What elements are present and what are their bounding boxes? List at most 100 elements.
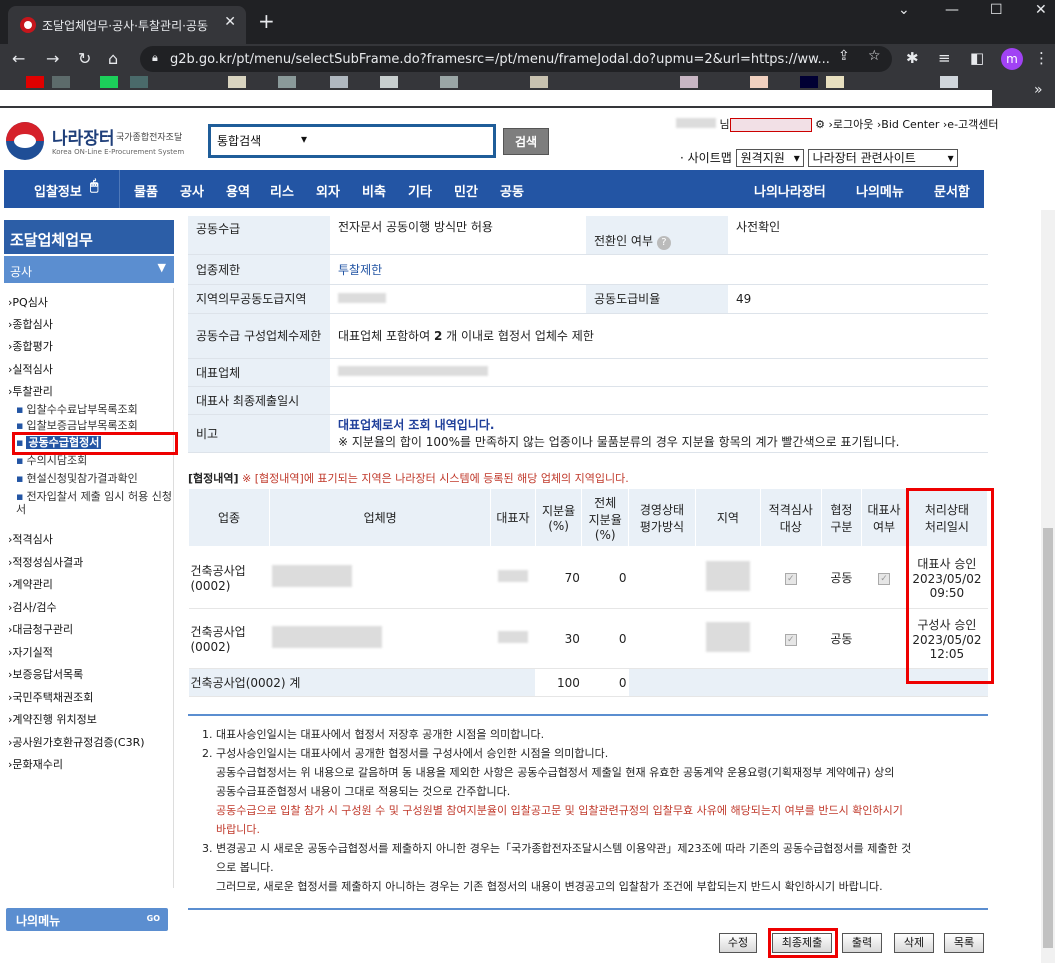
nav-etc[interactable]: 기타	[408, 181, 432, 200]
bookmark-item[interactable]	[826, 76, 844, 88]
home-icon[interactable]: ⌂	[108, 49, 118, 68]
search-scope-select[interactable]: 통합검색	[217, 132, 309, 152]
bookmark-item[interactable]	[940, 76, 958, 88]
logout-link[interactable]: ›로그아웃	[829, 118, 874, 131]
forward-icon[interactable]: →	[46, 49, 59, 68]
bookmark-item[interactable]	[800, 76, 818, 88]
sidebar-item-contract-location[interactable]: ›계약진행 위치정보	[8, 711, 97, 727]
help-icon[interactable]: ?	[656, 235, 671, 250]
page-scrollbar[interactable]	[1041, 210, 1055, 963]
back-icon[interactable]: ←	[12, 49, 25, 68]
print-button[interactable]: 출력	[842, 933, 882, 953]
sidebar-item-comprehensive-review[interactable]: ›종합심사	[8, 316, 53, 332]
lead-company-blurred	[338, 366, 488, 376]
cell-company	[269, 546, 491, 609]
sidebar-item-eligibility[interactable]: ›적격심사	[8, 531, 53, 547]
settings-icon[interactable]: ⚙	[815, 118, 825, 131]
sidebar-category[interactable]: 공사 ▼	[4, 256, 174, 283]
close-tab-icon[interactable]: ✕	[224, 14, 236, 30]
my-menu-button[interactable]: 나의메뉴 GO	[6, 908, 168, 931]
bookmark-item[interactable]	[380, 76, 398, 88]
region-cell-blurred	[705, 561, 750, 591]
sidebar-item-cultural-repair[interactable]: ›문화재수리	[8, 756, 63, 772]
note-1: 1. 대표사승인일시는 대표사에서 협정서 저장후 공개한 시점을 의미합니다.	[202, 728, 545, 741]
nav-private[interactable]: 민간	[454, 181, 478, 200]
nav-joint[interactable]: 공동	[500, 181, 524, 200]
browser-tab[interactable]: 조달업체업무·공사·투찰관리·공동 ✕	[8, 6, 246, 44]
search-button[interactable]: 검색	[503, 128, 549, 155]
list-button[interactable]: 목록	[944, 933, 984, 953]
sidebar-sub-site-briefing[interactable]: 현설신청및참가결과확인	[16, 472, 172, 485]
bidcenter-link[interactable]: ›Bid Center	[877, 118, 940, 131]
sidebar-sub-fee-list[interactable]: 입찰수수료납부목록조회	[16, 403, 172, 416]
note-2b: 공동수급표준협정서 내용이 그대로 적용되는 것으로 간주합니다.	[216, 785, 511, 798]
bookmark-star-icon[interactable]: ☆	[868, 48, 881, 64]
bookmark-item[interactable]	[26, 76, 44, 88]
nav-lease[interactable]: 리스	[270, 181, 294, 200]
sidebar-item-bid-management[interactable]: ›투찰관리	[8, 383, 53, 399]
bookmark-item[interactable]	[100, 76, 118, 88]
sidebar-sub-temp-bid-permit[interactable]: 전자입찰서 제출 임시 허용 신청서	[16, 490, 172, 516]
bookmark-item[interactable]	[52, 76, 70, 88]
bookmark-item[interactable]	[278, 76, 296, 88]
cell-company	[269, 608, 491, 669]
side-panel-icon[interactable]: ◧	[970, 49, 984, 67]
bookmark-item[interactable]	[680, 76, 698, 88]
nav-goods[interactable]: 물품	[134, 181, 158, 200]
related-sites-select[interactable]: 나라장터 관련사이트	[807, 149, 958, 167]
value-industry-limit[interactable]: 투찰제한	[330, 254, 988, 285]
bookmark-item[interactable]	[440, 76, 458, 88]
nav-bid-info[interactable]: 입찰정보	[34, 181, 82, 200]
g2b-logo[interactable]: 나라장터 국가종합전자조달 Korea ON-Line E-Procuremen…	[6, 122, 206, 162]
region-blurred	[338, 292, 386, 303]
close-window-icon[interactable]: ✕	[1035, 2, 1047, 18]
scrollbar-thumb[interactable]	[1043, 528, 1053, 948]
bookmark-item[interactable]	[750, 76, 768, 88]
sidebar-item-performance[interactable]: ›실적심사	[8, 361, 53, 377]
maximize-icon[interactable]: ☐	[990, 2, 1003, 18]
nav-my-menu[interactable]: 나의메뉴	[856, 181, 904, 200]
nav-service[interactable]: 용역	[226, 181, 250, 200]
sidebar-item-c3r[interactable]: ›공사원가호환규정검증(C3R)	[8, 734, 145, 750]
bookmark-item[interactable]	[130, 76, 148, 88]
more-bookmarks-icon[interactable]: »	[1034, 82, 1043, 98]
extensions-icon[interactable]: ✱	[906, 49, 919, 67]
sidebar-item-pq[interactable]: ›PQ심사	[8, 294, 48, 310]
sidebar-item-comprehensive-eval[interactable]: ›종합평가	[8, 338, 53, 354]
col-representative: 대표자	[490, 488, 536, 547]
sidebar-item-payment[interactable]: ›대금청구관리	[8, 621, 73, 637]
search-box[interactable]: 통합검색	[208, 124, 496, 158]
sidebar-item-self-performance[interactable]: ›자기실적	[8, 644, 53, 660]
sidebar-item-inspection[interactable]: ›검사/검수	[8, 599, 57, 615]
edit-button[interactable]: 수정	[719, 933, 757, 953]
value-lead-company	[330, 358, 988, 387]
sidebar-sub-negotiation[interactable]: 수의시담조회	[16, 454, 172, 467]
menu-kebab-icon[interactable]: ⋮	[1034, 49, 1049, 67]
delete-button[interactable]: 삭제	[894, 933, 934, 953]
sidebar-sub-deposit-list[interactable]: 입찰보증금납부목록조회	[16, 419, 172, 432]
sidebar-item-housing-bond[interactable]: ›국민주택채권조회	[8, 689, 93, 705]
sidebar-item-adequacy[interactable]: ›적정성심사결과	[8, 554, 83, 570]
sitemap-link[interactable]: · 사이트맵	[680, 151, 732, 165]
minimize-icon[interactable]: —	[945, 2, 959, 18]
customer-center-link[interactable]: ›e-고객센터	[943, 118, 999, 131]
nav-foreign[interactable]: 외자	[316, 181, 340, 200]
media-icon[interactable]: ≡	[938, 49, 951, 67]
remote-support-select[interactable]: 원격지원	[735, 149, 804, 167]
nav-documents[interactable]: 문서함	[934, 181, 970, 200]
nav-construction[interactable]: 공사	[180, 181, 204, 200]
profile-avatar[interactable]: m	[1001, 48, 1023, 70]
chevron-down-icon[interactable]: ⌄	[898, 2, 910, 18]
bookmark-item[interactable]	[228, 76, 246, 88]
share-icon[interactable]: ⇪	[838, 48, 850, 64]
new-tab-icon[interactable]: +	[258, 9, 275, 33]
sidebar-item-contract[interactable]: ›계약관리	[8, 576, 53, 592]
note-3a: 으로 봅니다.	[216, 861, 274, 874]
address-bar[interactable]: 🔒︎ g2b.go.kr/pt/menu/selectSubFrame.do?f…	[140, 46, 892, 72]
reload-icon[interactable]: ↻	[78, 49, 91, 68]
bookmark-item[interactable]	[330, 76, 348, 88]
sidebar-item-guarantee[interactable]: ›보증응답서목록	[8, 666, 83, 682]
nav-stockpile[interactable]: 비축	[362, 181, 386, 200]
bookmark-item[interactable]	[530, 76, 548, 88]
nav-my-g2b[interactable]: 나의나라장터	[754, 181, 826, 200]
